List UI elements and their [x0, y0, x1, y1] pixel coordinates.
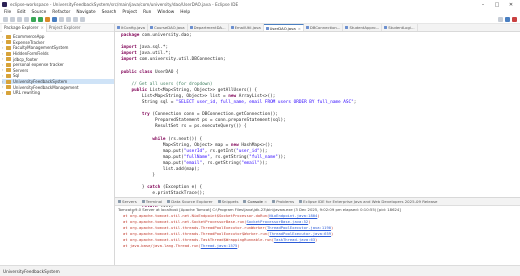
menu-run[interactable]: Run — [143, 10, 151, 15]
perspective-switcher — [496, 17, 517, 22]
package-explorer-tabs: Package Explorer × Project Explorer — [0, 23, 114, 32]
eclipse-icon — [2, 2, 7, 7]
java-file-icon — [230, 26, 234, 29]
java-file-icon — [117, 26, 120, 29]
database-icon — [167, 200, 171, 203]
tab-project-explorer[interactable]: Project Explorer — [47, 25, 83, 30]
external-tools-icon[interactable] — [45, 17, 50, 22]
project-icon — [6, 40, 11, 45]
project-icon — [6, 45, 11, 50]
package-explorer-panel: Package Explorer × Project Explorer › Ecom… — [0, 23, 115, 265]
stack-trace-link[interactable]: SocketProcessorBase.java:52 — [246, 219, 308, 224]
project-icon — [6, 62, 11, 67]
code-editor[interactable]: package com.university.dao; import java.s… — [115, 33, 520, 215]
java-file-icon — [384, 26, 388, 29]
title-bar: eclipse-workspace - UniversityFeedbackSy… — [0, 0, 520, 9]
menu-refactor[interactable]: Refactor — [52, 10, 70, 15]
project-icon — [6, 51, 11, 56]
maximize-button[interactable]: □ — [490, 0, 504, 9]
status-bar: UniversityFeedbackSystem — [0, 265, 520, 276]
console-icon — [243, 200, 247, 203]
java-file-icon — [189, 26, 193, 29]
menu-search[interactable]: Search — [102, 10, 117, 15]
open-type-icon[interactable] — [59, 17, 64, 22]
tab-itconfig[interactable]: ItConfig.java — [115, 24, 148, 31]
close-button[interactable]: ✕ — [504, 0, 518, 9]
server-icon — [118, 200, 121, 203]
console-tabs: Servers Terminal Data Source Explorer Sn… — [115, 198, 520, 206]
search-field-icon[interactable] — [498, 17, 503, 22]
project-icon — [6, 79, 11, 84]
tab-departmentdao[interactable]: DepartmentDA... — [188, 24, 229, 31]
tab-package-explorer[interactable]: Package Explorer × — [2, 23, 47, 32]
problems-icon — [272, 200, 276, 203]
stack-trace-line: at java.base/java.lang.Thread.run(Thread… — [123, 242, 240, 248]
tab-studentlogi[interactable]: StudentLogi... — [382, 24, 418, 31]
java-file-icon — [345, 26, 349, 29]
search-icon[interactable] — [66, 17, 71, 22]
stack-trace-link[interactable]: Thread.java:1575 — [201, 243, 238, 248]
stack-trace-link[interactable]: ThreadPoolExecutor.java:659 — [269, 231, 331, 236]
print-icon[interactable] — [24, 17, 29, 22]
terminal-icon — [141, 200, 145, 203]
tab-terminal[interactable]: Terminal — [141, 199, 162, 204]
tree-item-url-rewriting[interactable]: › URL rewriting — [2, 90, 114, 96]
new-icon[interactable] — [3, 17, 8, 22]
menu-bar: File Edit Source Refactor Navigate Searc… — [0, 9, 520, 16]
save-icon[interactable] — [10, 17, 15, 22]
editor-area: ItConfig.java CourseDAO.java DepartmentD… — [115, 24, 520, 215]
project-icon — [6, 57, 11, 62]
run-icon[interactable] — [38, 17, 43, 22]
java-file-icon — [305, 26, 309, 29]
forward-icon[interactable] — [80, 17, 85, 22]
menu-help[interactable]: Help — [180, 10, 190, 15]
project-icon — [6, 34, 11, 39]
project-icon — [6, 90, 11, 95]
menu-source[interactable]: Source — [32, 10, 47, 15]
save-all-icon[interactable] — [17, 17, 22, 22]
close-icon[interactable]: × — [298, 26, 301, 31]
snippets-icon — [217, 200, 221, 203]
tab-dbconnection[interactable]: DBConnection... — [304, 24, 344, 31]
stack-trace-link[interactable]: NioEndpoint.java:1804 — [269, 213, 317, 218]
window-controls: – □ ✕ — [476, 0, 518, 9]
menu-navigate[interactable]: Navigate — [76, 10, 95, 15]
tab-eclipse-release[interactable]: Eclipse IDE for Enterprise Java and Web … — [299, 199, 437, 204]
menu-edit[interactable]: Edit — [17, 10, 25, 15]
menu-window[interactable]: Window — [157, 10, 174, 15]
back-icon[interactable] — [73, 17, 78, 22]
stack-trace-link[interactable]: ThreadPoolExecutor.java:1190 — [267, 225, 331, 230]
menu-project[interactable]: Project — [122, 10, 137, 15]
eclipse-icon — [299, 200, 303, 203]
java-file-icon — [265, 26, 269, 30]
project-icon — [6, 73, 11, 78]
close-icon[interactable]: × — [264, 199, 267, 204]
tab-userdao[interactable]: UserDAO.java × — [263, 24, 304, 31]
debug-icon[interactable] — [31, 17, 36, 22]
tab-studentappro[interactable]: StudentAppro... — [343, 24, 383, 31]
folder-icon — [6, 68, 11, 73]
stack-trace-link[interactable]: TaskThread.java:63 — [274, 237, 315, 242]
tab-servers[interactable]: Servers — [118, 199, 137, 204]
status-text: UniversityFeedbackSystem — [3, 268, 60, 274]
tab-problems[interactable]: Problems — [272, 199, 294, 204]
console-panel: Servers Terminal Data Source Explorer Sn… — [115, 197, 520, 265]
editor-tabs: ItConfig.java CourseDAO.java DepartmentD… — [115, 24, 520, 32]
tab-emailutil[interactable]: EmailUtil.java — [229, 24, 264, 31]
minimize-button[interactable]: – — [476, 0, 490, 9]
project-tree: › EcommerceApp › ExpenseTracker › FacultyMa… — [0, 32, 114, 96]
tab-coursedao[interactable]: CourseDAO.java — [148, 24, 188, 31]
close-icon[interactable]: × — [41, 25, 44, 30]
menu-file[interactable]: File — [4, 10, 11, 15]
java-ee-perspective-icon[interactable] — [505, 17, 510, 22]
java-perspective-icon[interactable] — [512, 17, 517, 22]
project-icon — [6, 85, 11, 90]
tab-data-source-explorer[interactable]: Data Source Explorer — [167, 199, 213, 204]
window-title: eclipse-workspace - UniversityFeedbackSy… — [10, 2, 239, 7]
new-java-class-icon[interactable] — [52, 17, 57, 22]
main-toolbar — [0, 16, 520, 24]
tab-console[interactable]: Console × — [243, 199, 267, 204]
java-file-icon — [149, 26, 153, 29]
tab-snippets[interactable]: Snippets — [217, 199, 238, 204]
